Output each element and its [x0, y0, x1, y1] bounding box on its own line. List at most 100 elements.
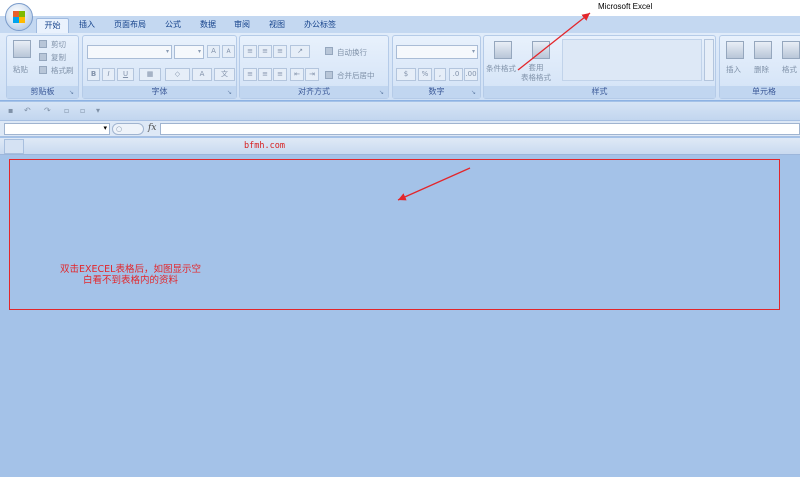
decrease-indent-button[interactable]: ⇤: [290, 68, 304, 81]
phonetic-button[interactable]: 文: [214, 68, 235, 81]
customize-qat-icon[interactable]: ▾: [96, 106, 105, 115]
alignment-group: ≡ ≡ ≡ ↗ 自动换行 ≡ ≡ ≡ ⇤ ⇥ 合并后居中 对齐方式 ↘: [239, 35, 389, 99]
insert-cells-button[interactable]: 插入: [726, 64, 741, 75]
alignment-launcher-icon[interactable]: ↘: [379, 89, 386, 96]
font-launcher-icon[interactable]: ↘: [227, 89, 234, 96]
chevron-down-icon: ▾: [103, 124, 107, 132]
format-cells-icon: [782, 41, 800, 59]
align-middle-button[interactable]: ≡: [258, 45, 272, 58]
borders-button[interactable]: ▦: [139, 68, 161, 81]
gallery-scroll[interactable]: [704, 39, 714, 81]
select-all-corner[interactable]: [4, 139, 24, 154]
number-format-select[interactable]: ▾: [396, 45, 478, 59]
format-cells-button[interactable]: 格式: [782, 64, 797, 75]
open-icon[interactable]: ▫: [64, 106, 73, 115]
redo-icon[interactable]: ↷: [44, 106, 53, 115]
tab-formulas[interactable]: 公式: [160, 18, 186, 33]
comma-style-button[interactable]: ,: [434, 68, 446, 81]
empty-workspace-highlight: [9, 159, 780, 310]
chevron-down-icon: ▾: [197, 48, 201, 55]
cut-button[interactable]: 剪切: [51, 39, 66, 50]
ribbon: 粘贴 剪切 复制 格式刷 剪贴板 ↘ ▾ ▾ A A B I U ▦ ◇ A 文…: [0, 33, 800, 101]
increase-decimal-button[interactable]: .0: [449, 68, 463, 81]
conditional-format-button[interactable]: 条件格式: [486, 63, 516, 74]
paste-icon[interactable]: [13, 40, 31, 58]
tab-insert[interactable]: 插入: [74, 18, 100, 33]
alignment-group-label: 对齐方式: [240, 86, 388, 98]
cut-icon: [39, 40, 47, 48]
align-left-button[interactable]: ≡: [243, 68, 257, 81]
align-top-button[interactable]: ≡: [243, 45, 257, 58]
tab-office-tab[interactable]: 办公标签: [300, 18, 340, 33]
bold-button[interactable]: B: [87, 68, 100, 81]
font-size-select[interactable]: ▾: [174, 45, 204, 59]
formula-input[interactable]: [160, 123, 800, 135]
format-as-table-icon: [532, 41, 550, 59]
undo-icon[interactable]: ↶: [24, 106, 33, 115]
insert-cells-icon: [726, 41, 744, 59]
merge-center-button[interactable]: 合并后居中: [337, 70, 375, 81]
number-group-label: 数字: [393, 86, 480, 98]
tab-view[interactable]: 视图: [264, 18, 290, 33]
delete-cells-icon: [754, 41, 772, 59]
quick-access-toolbar: ▪ ↶ ↷ ▫ ▫ ▾: [0, 102, 800, 120]
font-name-select[interactable]: ▾: [87, 45, 172, 59]
watermark: bfmh.com: [244, 141, 285, 151]
tab-home[interactable]: 开始: [36, 18, 69, 33]
clipboard-group: 粘贴 剪切 复制 格式刷 剪贴板 ↘: [6, 35, 79, 99]
font-group: ▾ ▾ A A B I U ▦ ◇ A 文 字体 ↘: [82, 35, 237, 99]
decrease-decimal-button[interactable]: .00: [464, 68, 478, 81]
copy-icon: [39, 53, 47, 61]
font-group-label: 字体: [83, 86, 236, 98]
delete-cells-button[interactable]: 删除: [754, 64, 769, 75]
wrap-text-button[interactable]: 自动换行: [337, 47, 367, 58]
fill-color-button[interactable]: ◇: [165, 68, 190, 81]
grow-font-button[interactable]: A: [207, 45, 220, 58]
window-title: Microsoft Excel: [598, 2, 653, 11]
conditional-format-icon: [494, 41, 512, 59]
merge-center-icon: [325, 71, 333, 79]
office-logo-icon: [13, 11, 25, 23]
styles-group: 条件格式 套用 表格格式 样式: [483, 35, 716, 99]
clipboard-group-label: 剪贴板: [7, 86, 78, 98]
format-as-table-button[interactable]: 套用 表格格式: [521, 63, 551, 83]
styles-group-label: 样式: [484, 86, 715, 98]
sheet-header: bfmh.com: [0, 138, 800, 155]
align-center-button[interactable]: ≡: [258, 68, 272, 81]
tab-page-layout[interactable]: 页面布局: [110, 18, 150, 33]
increase-indent-button[interactable]: ⇥: [305, 68, 319, 81]
title-bar: Microsoft Excel: [0, 0, 800, 16]
insert-function-button[interactable]: fx: [148, 123, 156, 133]
number-group: ▾ $ % , .0 .00 数字 ↘: [392, 35, 481, 99]
cells-group: 插入 删除 格式 单元格: [719, 35, 800, 99]
ribbon-tabs: 开始 插入 页面布局 公式 数据 审阅 视图 办公标签: [0, 16, 800, 33]
name-box[interactable]: ▾: [4, 123, 110, 135]
format-painter-button[interactable]: 格式刷: [51, 65, 74, 76]
chevron-down-icon: ▾: [165, 48, 169, 55]
cells-group-label: 单元格: [720, 86, 800, 98]
underline-button[interactable]: U: [117, 68, 134, 81]
orientation-button[interactable]: ↗: [290, 45, 310, 58]
tab-data[interactable]: 数据: [195, 18, 221, 33]
italic-button[interactable]: I: [102, 68, 115, 81]
number-launcher-icon[interactable]: ↘: [471, 89, 478, 96]
percent-button[interactable]: %: [418, 68, 432, 81]
save-icon[interactable]: ▪: [8, 106, 17, 115]
shrink-font-button[interactable]: A: [222, 45, 235, 58]
formula-controls[interactable]: ○: [112, 123, 144, 135]
align-bottom-button[interactable]: ≡: [273, 45, 287, 58]
tab-review[interactable]: 审阅: [229, 18, 255, 33]
format-painter-icon: [39, 66, 47, 74]
wrap-text-icon: [325, 47, 333, 55]
cell-styles-gallery[interactable]: [562, 39, 702, 81]
font-color-button[interactable]: A: [192, 68, 212, 81]
accounting-format-button[interactable]: $: [396, 68, 416, 81]
print-preview-icon[interactable]: ▫: [80, 106, 89, 115]
office-button[interactable]: [5, 3, 33, 31]
clipboard-launcher-icon[interactable]: ↘: [69, 89, 76, 96]
copy-button[interactable]: 复制: [51, 52, 66, 63]
formula-bar: ▾ ○ fx: [0, 120, 800, 137]
align-right-button[interactable]: ≡: [273, 68, 287, 81]
chevron-down-icon: ▾: [471, 48, 475, 55]
paste-button[interactable]: 粘贴: [13, 64, 28, 75]
